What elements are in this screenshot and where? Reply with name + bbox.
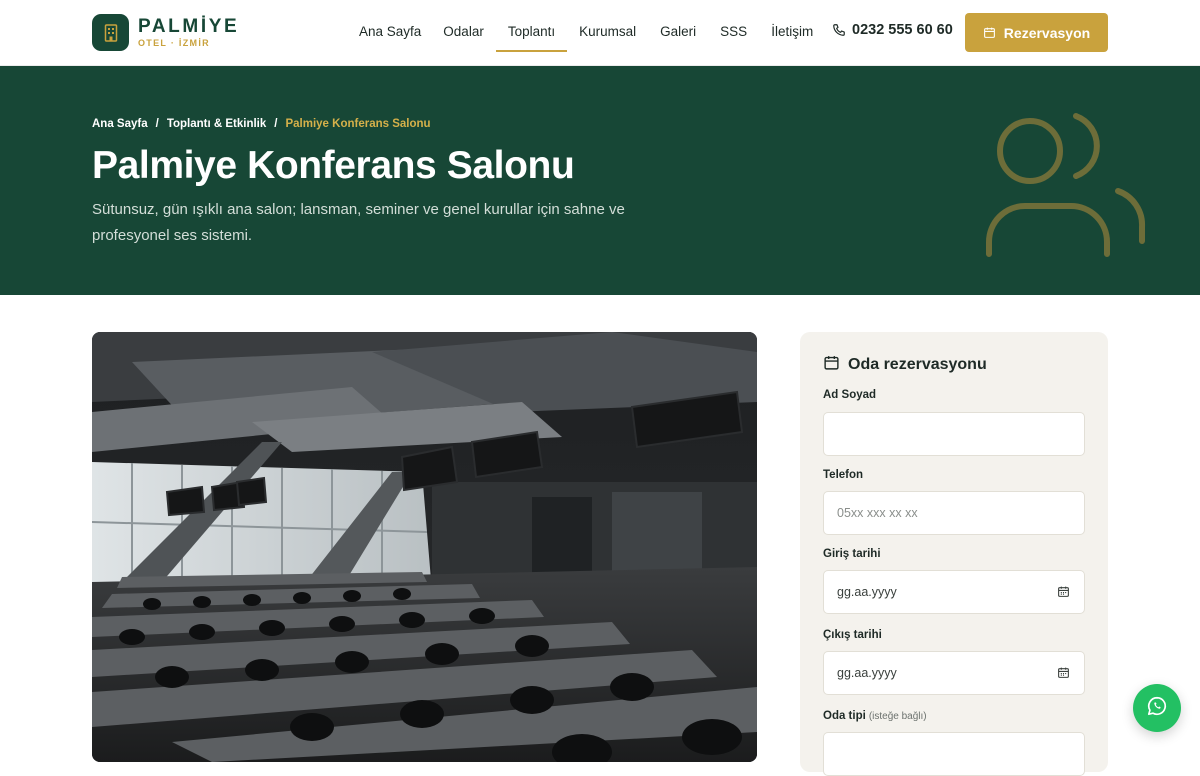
nav-item-gallery[interactable]: Galeri [648, 12, 708, 52]
brand-name: PALMİYE [138, 15, 240, 37]
page-description: Sütunsuz, gün ışıklı ana salon; lansman,… [92, 201, 625, 244]
phone-label: Telefon [823, 469, 864, 481]
reservation-title: Oda rezervasyonu [823, 354, 987, 376]
breadcrumb-separator: / [274, 118, 278, 130]
breadcrumb-home[interactable]: Ana Sayfa [92, 118, 148, 130]
breadcrumb-meetings[interactable]: Toplantı & Etkinlik [167, 118, 266, 130]
breadcrumb-current: Palmiye Konferans Salonu [285, 118, 431, 130]
calendar-icon [983, 26, 996, 39]
site-header: PALMİYE OTEL · İZMİR Ana Sayfa Odalar To… [0, 0, 1200, 66]
roomtype-label-text: Oda tipi [823, 710, 866, 722]
users-icon [980, 106, 1160, 271]
name-label: Ad Soyad [823, 389, 877, 401]
roomtype-optional-note: (isteğe bağlı) [868, 711, 927, 722]
checkin-label: Giriş tarihi [823, 548, 881, 560]
calendar-icon [823, 354, 848, 376]
calendar-icon[interactable] [1057, 666, 1070, 682]
phone-number: 0232 555 60 60 [852, 22, 953, 38]
calendar-icon[interactable] [1057, 585, 1070, 601]
roomtype-label: Oda tipi (isteğe bağlı) [823, 710, 927, 722]
phone-icon [832, 23, 846, 37]
logo[interactable]: PALMİYE OTEL · İZMİR [92, 14, 239, 51]
roomtype-select[interactable] [823, 732, 1085, 776]
nav-item-home[interactable]: Ana Sayfa [347, 12, 433, 52]
hero-banner: Ana Sayfa / Toplantı & Etkinlik / Palmiy… [0, 66, 1200, 295]
reservation-button-label: Rezervasyon [1003, 24, 1091, 41]
building-icon [92, 14, 129, 51]
name-field[interactable] [823, 412, 1085, 456]
reservation-title-text: Oda rezervasyonu [848, 356, 987, 373]
nav-item-corporate[interactable]: Kurumsal [567, 12, 648, 52]
brand-tagline: OTEL · İZMİR [138, 37, 210, 48]
checkin-date-field[interactable]: gg.aa.yyyy [823, 570, 1085, 614]
breadcrumb: Ana Sayfa / Toplantı & Etkinlik / Palmiy… [92, 118, 431, 130]
conference-hall-photo [92, 332, 757, 762]
phone-link[interactable]: 0232 555 60 60 [832, 22, 953, 38]
checkin-date-placeholder: gg.aa.yyyy [837, 585, 897, 599]
breadcrumb-separator: / [155, 118, 159, 130]
nav-item-rooms[interactable]: Odalar [431, 12, 496, 52]
nav-item-faq[interactable]: SSS [708, 12, 759, 52]
checkout-date-field[interactable]: gg.aa.yyyy [823, 651, 1085, 695]
reservation-panel: Oda rezervasyonu Ad Soyad Telefon 05xx x… [800, 332, 1108, 776]
main-nav: Ana Sayfa Odalar Toplantı Kurumsal Galer… [347, 12, 825, 52]
whatsapp-button[interactable] [1133, 684, 1181, 732]
reservation-button[interactable]: Rezervasyon [965, 13, 1108, 52]
nav-item-contact[interactable]: İletişim [759, 12, 825, 52]
checkout-label: Çıkış tarihi [823, 629, 882, 641]
nav-item-meeting[interactable]: Toplantı [495, 12, 568, 52]
checkout-date-placeholder: gg.aa.yyyy [837, 666, 897, 680]
phone-field[interactable]: 05xx xxx xx xx [823, 491, 1085, 535]
page-title: Palmiye Konferans Salonu [92, 144, 575, 187]
whatsapp-icon [1146, 695, 1168, 722]
